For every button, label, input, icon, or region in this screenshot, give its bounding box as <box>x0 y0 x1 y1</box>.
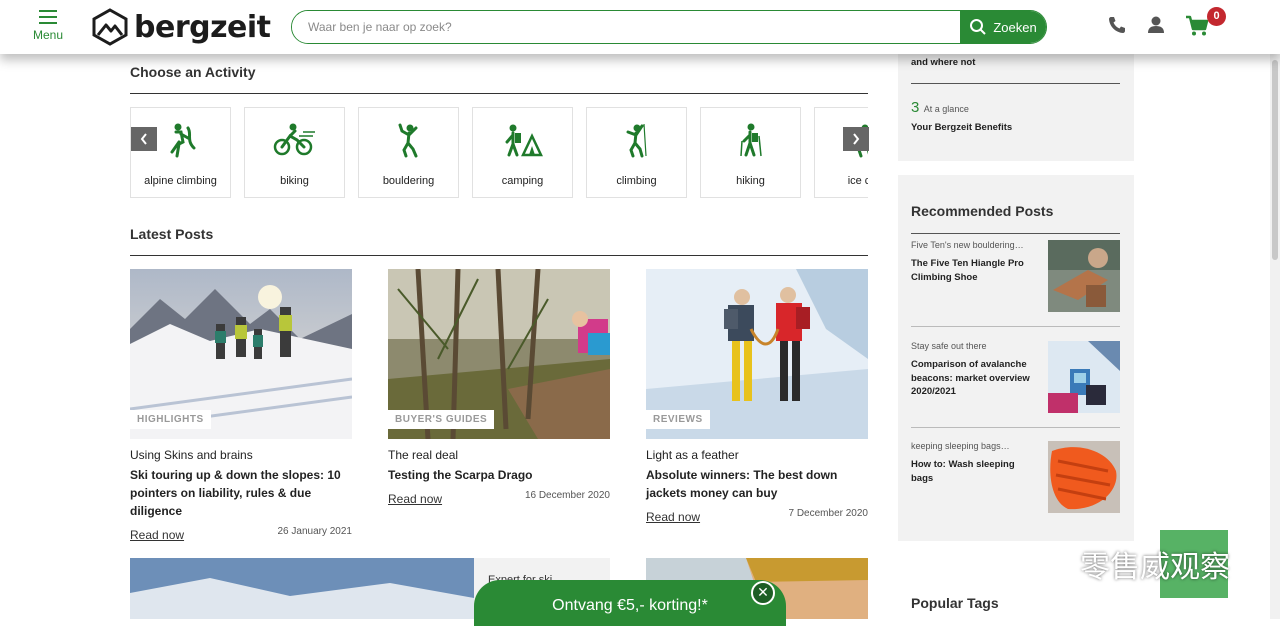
benefits-box: and where not 3 At a glance Your Bergzei… <box>898 54 1134 161</box>
recommended-divider <box>911 233 1120 234</box>
activity-label: ice clin <box>847 175 868 187</box>
activity-label: climbing <box>616 175 657 187</box>
post-date: 26 January 2021 <box>277 526 352 537</box>
activity-label: bouldering <box>382 175 435 187</box>
recommended-title: Comparison of avalanche beacons: market … <box>911 359 1030 397</box>
scrollbar-thumb[interactable] <box>1272 60 1278 260</box>
latest-posts-divider <box>130 255 868 256</box>
promo-label: Ontvang €5,- korting!* <box>552 597 708 614</box>
cart-count-badge: 0 <box>1207 7 1226 26</box>
post-date: 7 December 2020 <box>788 508 869 519</box>
phone-icon[interactable] <box>1107 15 1127 40</box>
recommended-title: How to: Wash sleeping bags <box>911 459 1015 484</box>
site-header: Menu bergzeit Zoeken 0 <box>0 0 1280 54</box>
post-title[interactable]: Ski touring up & down the slopes: 10 poi… <box>130 466 352 520</box>
menu-button[interactable]: Menu <box>30 10 66 42</box>
recommended-title: The Five Ten Hiangle Pro Climbing Shoe <box>911 258 1024 283</box>
activity-label: biking <box>280 175 309 187</box>
post-kicker: Using Skins and brains <box>130 448 253 462</box>
search-icon <box>970 19 987 35</box>
carousel-next-button[interactable] <box>843 127 869 151</box>
benefit-number: 3 <box>911 99 920 116</box>
benefit-item[interactable]: 3 At a glance Your Bergzeit Benefits <box>911 99 1012 133</box>
benefit-kicker: At a glance <box>923 104 969 114</box>
chevron-right-icon <box>853 133 860 145</box>
search-button[interactable]: Zoeken <box>960 11 1046 43</box>
bouldering-icon <box>359 122 458 158</box>
latest-posts-title: Latest Posts <box>130 226 214 242</box>
activity-label: camping <box>501 175 544 187</box>
watermark: 零售威观察 <box>1020 542 1230 586</box>
post-image: REVIEWS <box>646 269 868 439</box>
page-scrollbar[interactable] <box>1270 0 1280 619</box>
post-card[interactable]: HIGHLIGHTS Using Skins and brains Ski to… <box>130 269 352 544</box>
post-kicker: Light as a feather <box>646 448 739 462</box>
activity-camping[interactable]: camping <box>472 107 573 198</box>
user-icon[interactable] <box>1147 15 1165 40</box>
wechat-icon <box>1020 545 1070 582</box>
activity-bouldering[interactable]: bouldering <box>358 107 459 198</box>
search-bar: Zoeken <box>291 10 1047 44</box>
post-date: 16 December 2020 <box>524 490 610 501</box>
recommended-post[interactable]: Five Ten's new bouldering… The Five Ten … <box>911 240 1120 312</box>
post-category-tag[interactable]: HIGHLIGHTS <box>130 410 211 429</box>
recommended-thumbnail <box>1048 341 1120 413</box>
popular-tags-title: Popular Tags <box>911 595 999 611</box>
logo[interactable]: bergzeit <box>92 8 271 46</box>
benefit-title: Your Bergzeit Benefits <box>911 122 1013 133</box>
close-promo-button[interactable]: ✕ <box>751 581 775 605</box>
carousel-prev-button[interactable] <box>131 127 157 151</box>
menu-label: Menu <box>32 28 64 42</box>
post-image: BUYER'S GUIDES <box>388 269 610 439</box>
activities-divider <box>130 93 868 94</box>
logo-text: bergzeit <box>134 9 271 45</box>
post-image[interactable] <box>130 558 474 619</box>
activity-carousel: alpine climbing biking bouldering campin… <box>130 107 868 199</box>
activity-label: hiking <box>736 175 765 187</box>
post-category-tag[interactable]: BUYER'S GUIDES <box>388 410 495 429</box>
post-category-tag[interactable]: REVIEWS <box>646 410 710 429</box>
watermark-text: 零售威观察 <box>1080 551 1230 584</box>
post-card[interactable]: BUYER'S GUIDES The real deal Testing the… <box>388 269 610 508</box>
post-title[interactable]: Testing the Scarpa Drago <box>388 466 610 484</box>
discount-promo-banner[interactable]: Ontvang €5,- korting!* <box>474 580 786 626</box>
post-image: HIGHLIGHTS <box>130 269 352 439</box>
post-card[interactable]: REVIEWS Light as a feather Absolute winn… <box>646 269 868 526</box>
read-now-link[interactable]: Read now <box>388 492 442 506</box>
benefit-divider <box>911 83 1120 84</box>
recommended-thumbnail <box>1048 441 1120 513</box>
activity-alpine-climbing[interactable]: alpine climbing <box>130 107 231 198</box>
search-button-label: Zoeken <box>993 19 1037 35</box>
post-title[interactable]: Absolute winners: The best down jackets … <box>646 466 868 502</box>
hiking-icon <box>701 122 800 158</box>
climbing-icon <box>587 122 686 158</box>
cart-icon[interactable] <box>1185 15 1209 42</box>
read-now-link[interactable]: Read now <box>130 528 184 542</box>
camping-icon <box>473 122 572 158</box>
recommended-post[interactable]: keeping sleeping bags… How to: Wash slee… <box>911 441 1120 513</box>
post-kicker: The real deal <box>388 448 459 462</box>
recommended-posts-title: Recommended Posts <box>911 203 1054 219</box>
biking-icon <box>245 122 344 158</box>
chevron-left-icon <box>140 133 147 145</box>
mountain-logo-icon <box>92 8 128 46</box>
activity-label: alpine climbing <box>144 175 217 187</box>
recommended-separator <box>911 427 1120 428</box>
hamburger-icon <box>30 10 66 24</box>
activity-biking[interactable]: biking <box>244 107 345 198</box>
benefit-item-tail[interactable]: and where not <box>911 57 975 68</box>
activities-title: Choose an Activity <box>130 64 256 80</box>
activity-climbing[interactable]: climbing <box>586 107 687 198</box>
activity-ice-climbing[interactable]: ice clin <box>814 107 868 198</box>
recommended-thumbnail <box>1048 240 1120 312</box>
close-icon: ✕ <box>757 584 769 600</box>
recommended-post[interactable]: Stay safe out there Comparison of avalan… <box>911 341 1120 413</box>
recommended-separator <box>911 326 1120 327</box>
activity-hiking[interactable]: hiking <box>700 107 801 198</box>
search-input[interactable] <box>292 11 960 43</box>
read-now-link[interactable]: Read now <box>646 510 700 524</box>
